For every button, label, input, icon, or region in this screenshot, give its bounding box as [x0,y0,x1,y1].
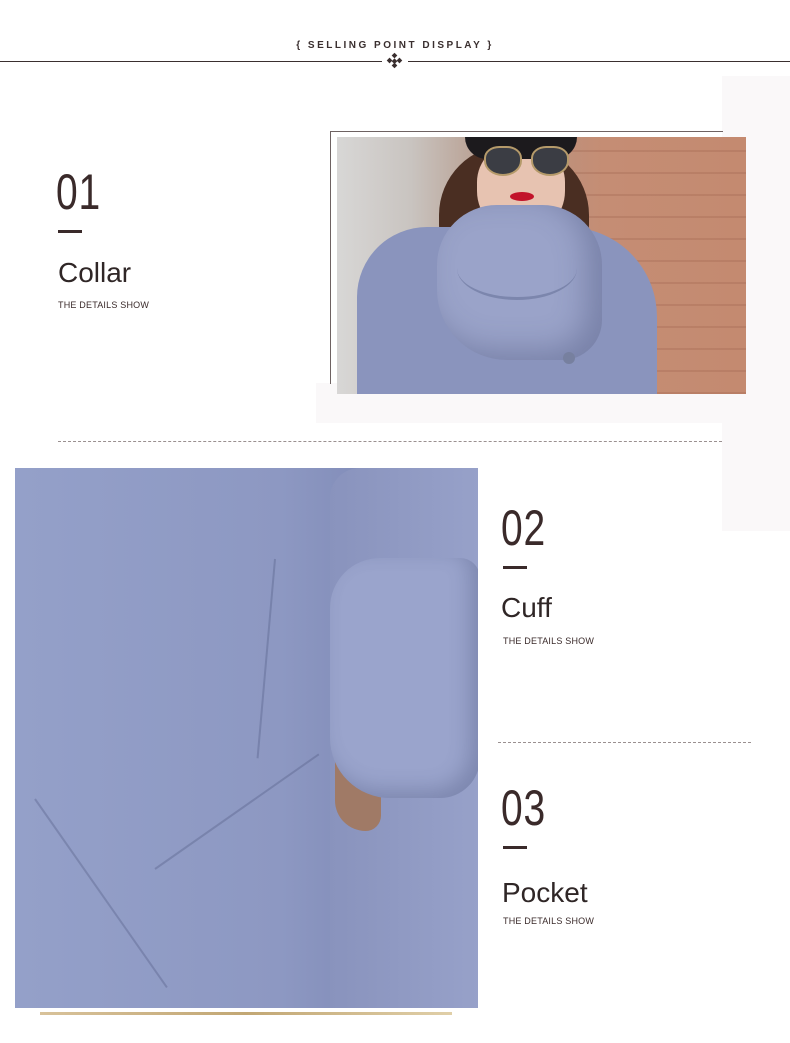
collar-photo [337,137,746,394]
header-rule-left [0,61,382,62]
cuff-pocket-photo [15,468,478,1008]
section-divider-02 [503,566,527,569]
section-subtitle-02: THE DETAILS SHOW [503,636,595,646]
section-subtitle-01: THE DETAILS SHOW [58,300,150,310]
section-title-cuff: Cuff [501,592,552,623]
collar-fold [457,237,577,300]
sleeve-cuff [330,558,478,798]
header-rule-right [408,61,790,62]
model-lips [510,192,534,201]
section-number-02: 02 [501,500,546,556]
sunglasses-left-lens [484,146,522,176]
sunglasses-right-lens [531,146,569,176]
header-title: { SELLING POINT DISPLAY } [296,40,494,51]
section-subtitle-03: THE DETAILS SHOW [503,916,595,926]
section-divider-01 [58,230,82,233]
section-title-collar: Collar [58,257,132,288]
coat-button [563,352,575,364]
diamond-ornament-icon [386,52,403,69]
section-divider-03 [503,846,527,849]
photo-bottom-accent [40,1012,452,1015]
section-number-01: 01 [56,164,101,220]
section-title-pocket: Pocket [502,877,588,908]
dashed-divider-1 [58,441,722,442]
dashed-divider-2 [498,742,751,743]
section-number-03: 03 [501,780,546,836]
